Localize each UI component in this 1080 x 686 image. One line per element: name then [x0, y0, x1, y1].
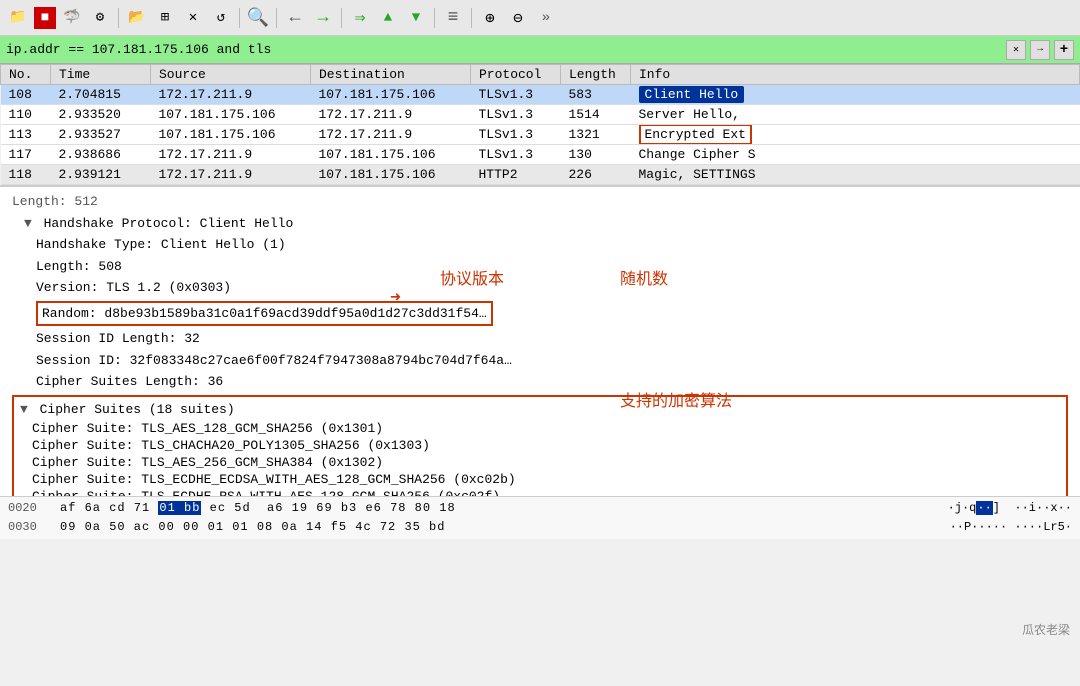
cipher-suite-item: Cipher Suite: TLS_ECDHE_ECDSA_WITH_AES_1…: [20, 471, 1060, 488]
table-row[interactable]: 1182.939121172.17.211.9107.181.175.106HT…: [1, 165, 1080, 185]
cipher-suite-item: Cipher Suite: TLS_AES_128_GCM_SHA256 (0x…: [20, 420, 1060, 437]
detail-random: Random: d8be93b1589ba31c0a1f69acd39ddf95…: [0, 299, 1080, 329]
gear-icon[interactable]: ⚙: [88, 6, 112, 30]
zoom-out-icon[interactable]: ⊖: [506, 6, 530, 30]
filter-arrow-button[interactable]: →: [1030, 40, 1050, 60]
cipher-suite-item: Cipher Suite: TLS_CHACHA20_POLY1305_SHA2…: [20, 437, 1060, 454]
random-highlight-box: Random: d8be93b1589ba31c0a1f69acd39ddf95…: [36, 301, 493, 327]
table-row[interactable]: 1132.933527107.181.175.106172.17.211.9TL…: [1, 125, 1080, 145]
separator1: [118, 8, 119, 28]
separator4: [341, 8, 342, 28]
hex-line: 0020af 6a cd 71 01 bb ec 5d a6 19 69 b3 …: [8, 499, 1072, 518]
detail-handshake-header[interactable]: Handshake Protocol: Client Hello: [0, 213, 1080, 235]
watermark: 瓜农老梁: [1022, 621, 1070, 638]
detail-cipher-len: Cipher Suites Length: 36: [0, 371, 1080, 393]
hex-lines: 0020af 6a cd 71 01 bb ec 5d a6 19 69 b3 …: [8, 499, 1072, 537]
search-icon[interactable]: 🔍: [246, 6, 270, 30]
detail-session-len: Session ID Length: 32: [0, 328, 1080, 350]
cipher-expand-icon[interactable]: [20, 402, 28, 417]
jump-icon[interactable]: ⇒: [348, 6, 372, 30]
close-icon[interactable]: ✕: [181, 6, 205, 30]
col-header-length[interactable]: Length: [561, 65, 631, 85]
grid-icon[interactable]: ⊞: [153, 6, 177, 30]
col-header-source[interactable]: Source: [151, 65, 311, 85]
detail-session-id: Session ID: 32f083348c27cae6f00f7824f794…: [0, 350, 1080, 372]
refresh-icon[interactable]: ↺: [209, 6, 233, 30]
separator6: [471, 8, 472, 28]
zoom-in-icon[interactable]: ⊕: [478, 6, 502, 30]
down-icon[interactable]: ▼: [404, 6, 428, 30]
detail-length: Length: 508: [0, 256, 1080, 278]
back-icon[interactable]: ←: [283, 6, 307, 30]
detail-type: Handshake Type: Client Hello (1): [0, 234, 1080, 256]
filter-input[interactable]: [6, 42, 1002, 57]
hex-line: 003009 0a 50 ac 00 00 01 01 08 0a 14 f5 …: [8, 518, 1072, 537]
forward-icon[interactable]: →: [311, 6, 335, 30]
packet-table: No. Time Source Destination Protocol Len…: [0, 64, 1080, 185]
cipher-suites-header[interactable]: Cipher Suites (18 suites): [20, 399, 1060, 421]
folder-icon[interactable]: 📂: [125, 6, 149, 30]
separator3: [276, 8, 277, 28]
table-row[interactable]: 1102.933520107.181.175.106172.17.211.9TL…: [1, 105, 1080, 125]
filter-bar: ✕ → +: [0, 36, 1080, 64]
cipher-items-list: Cipher Suite: TLS_AES_128_GCM_SHA256 (0x…: [20, 420, 1060, 496]
separator2: [239, 8, 240, 28]
detail-version: Version: TLS 1.2 (0x0303): [0, 277, 1080, 299]
col-header-protocol[interactable]: Protocol: [471, 65, 561, 85]
shark-icon[interactable]: 🦈: [60, 6, 84, 30]
handshake-expand-icon[interactable]: [24, 216, 32, 231]
more-icon[interactable]: »: [534, 6, 558, 30]
filter-add-button[interactable]: +: [1054, 40, 1074, 60]
list-icon[interactable]: ≡: [441, 6, 465, 30]
filter-clear-button[interactable]: ✕: [1006, 40, 1026, 60]
detail-panel: 协议版本 随机数 ➜ 支持的加密算法 Length: 512 Handshake…: [0, 186, 1080, 496]
table-row[interactable]: 1172.938686172.17.211.9107.181.175.106TL…: [1, 145, 1080, 165]
cipher-suites-box: Cipher Suites (18 suites) Cipher Suite: …: [12, 395, 1068, 497]
open-icon[interactable]: 📁: [6, 6, 30, 30]
cipher-suite-item: Cipher Suite: TLS_AES_256_GCM_SHA384 (0x…: [20, 454, 1060, 471]
col-header-time[interactable]: Time: [51, 65, 151, 85]
col-header-info[interactable]: Info: [631, 65, 1080, 85]
col-header-destination[interactable]: Destination: [311, 65, 471, 85]
table-row[interactable]: 1082.704815172.17.211.9107.181.175.106TL…: [1, 85, 1080, 105]
cipher-suite-item: Cipher Suite: TLS_ECDHE_RSA_WITH_AES_128…: [20, 488, 1060, 496]
stop-icon[interactable]: ■: [34, 7, 56, 29]
packet-table-container: No. Time Source Destination Protocol Len…: [0, 64, 1080, 186]
separator5: [434, 8, 435, 28]
detail-length-note: Length: 512: [0, 191, 1080, 213]
hex-panel: 0020af 6a cd 71 01 bb ec 5d a6 19 69 b3 …: [0, 496, 1080, 539]
col-header-no[interactable]: No.: [1, 65, 51, 85]
up-icon[interactable]: ▲: [376, 6, 400, 30]
toolbar: 📁 ■ 🦈 ⚙ 📂 ⊞ ✕ ↺ 🔍 ← → ⇒ ▲ ▼ ≡ ⊕ ⊖ »: [0, 0, 1080, 36]
